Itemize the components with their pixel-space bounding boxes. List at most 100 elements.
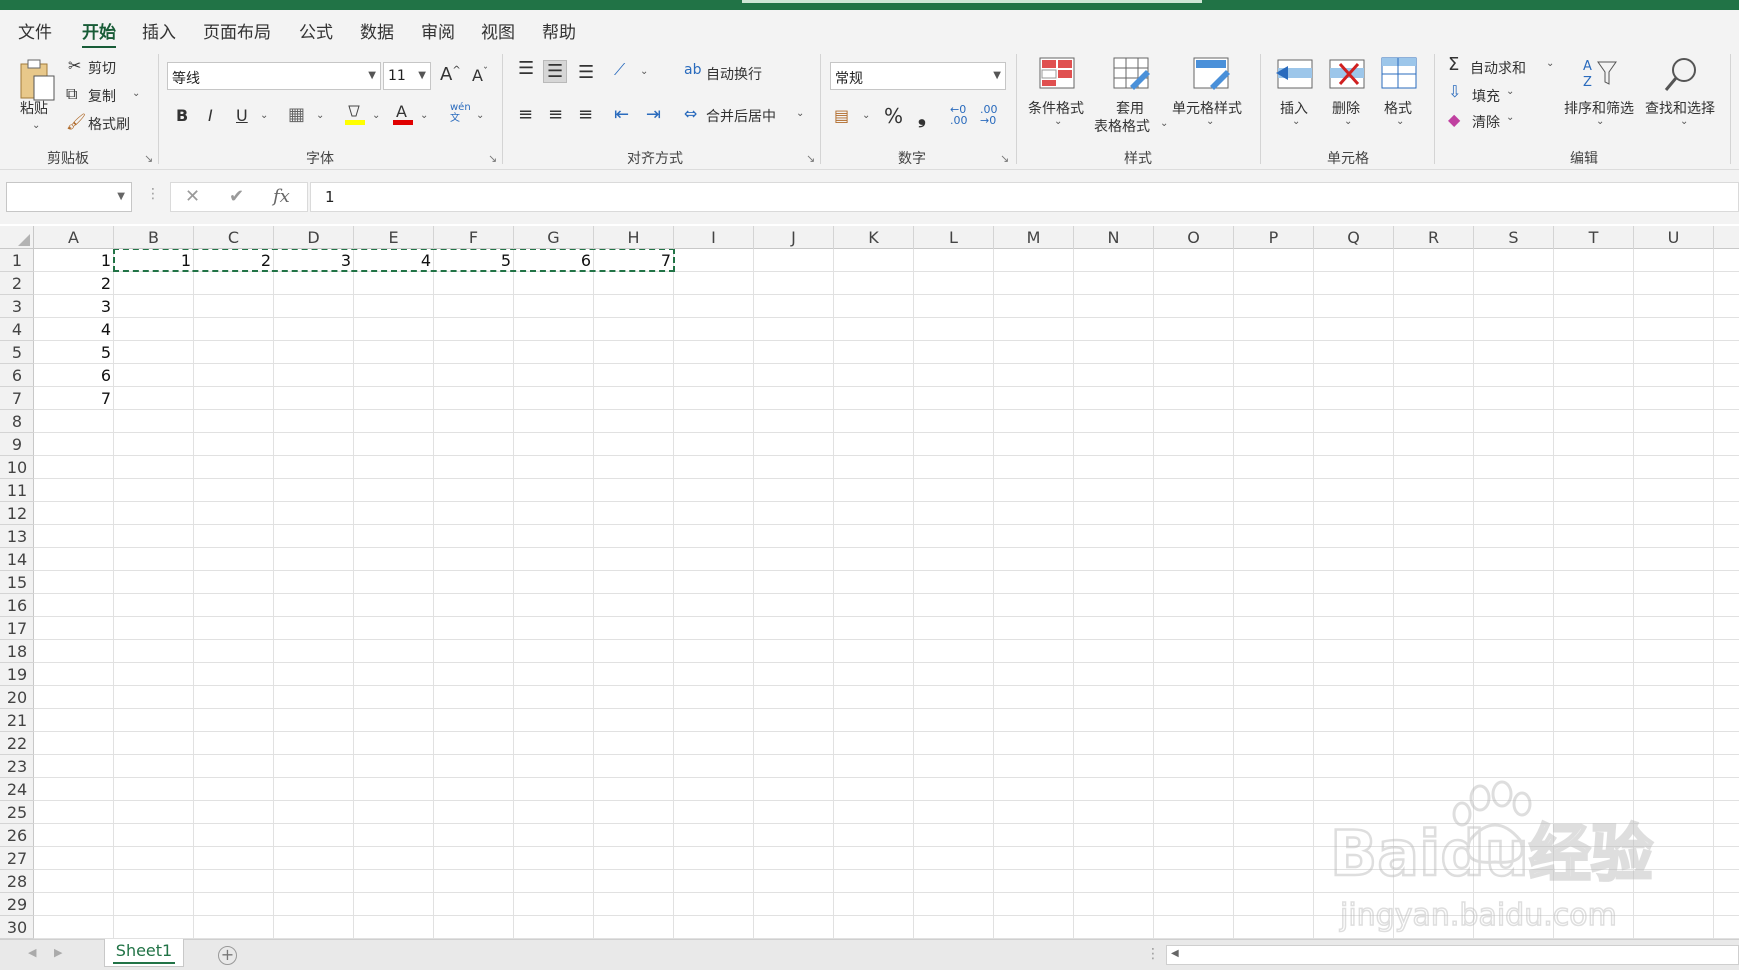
insert-cells-icon[interactable] — [1274, 56, 1316, 92]
align-middle-icon[interactable]: ☰ — [543, 60, 568, 83]
fill-color-dropdown-icon[interactable]: ⌄ — [372, 110, 380, 121]
row-header-20[interactable]: 20 — [0, 686, 34, 709]
find-select-icon[interactable] — [1662, 54, 1702, 94]
accounting-dropdown-icon[interactable]: ⌄ — [862, 110, 870, 121]
splitter-icon[interactable]: ⋮ — [1146, 946, 1160, 962]
insert-dropdown-icon[interactable]: ⌄ — [1292, 116, 1300, 127]
cell-h1[interactable]: 7 — [594, 249, 674, 272]
decrease-font-icon[interactable]: Aˇ — [472, 66, 488, 85]
column-header-o[interactable]: O — [1154, 226, 1234, 249]
row-header-2[interactable]: 2 — [0, 272, 34, 295]
tab-review[interactable]: 审阅 — [421, 18, 455, 43]
align-right-icon[interactable]: ≡ — [578, 104, 593, 125]
paste-button[interactable]: 粘贴 — [20, 98, 48, 118]
wrap-text-icon[interactable]: ab — [684, 62, 701, 78]
alignment-launcher-icon[interactable]: ↘ — [806, 152, 815, 165]
add-sheet-button[interactable]: + — [218, 946, 237, 965]
column-header-i[interactable]: I — [674, 226, 754, 249]
row-header-22[interactable]: 22 — [0, 732, 34, 755]
formula-input[interactable]: 1 — [310, 182, 1739, 212]
cell-c1[interactable]: 2 — [194, 249, 274, 272]
underline-dropdown-icon[interactable]: ⌄ — [260, 110, 268, 121]
font-name-select[interactable]: 等线 ▼ — [167, 62, 381, 90]
wrap-text-button[interactable]: 自动换行 — [706, 64, 762, 84]
font-size-select[interactable]: 11 ▼ — [383, 62, 431, 90]
enter-icon[interactable]: ✔ — [229, 186, 244, 207]
borders-dropdown-icon[interactable]: ⌄ — [316, 110, 324, 121]
row-header-28[interactable]: 28 — [0, 870, 34, 893]
phonetic-icon[interactable]: wén 文 — [450, 102, 471, 124]
cut-button[interactable]: 剪切 — [88, 58, 116, 78]
tab-formulas[interactable]: 公式 — [299, 18, 333, 43]
row-header-26[interactable]: 26 — [0, 824, 34, 847]
row-header-30[interactable]: 30 — [0, 916, 34, 939]
format-as-table-dropdown-icon[interactable]: ⌄ — [1160, 118, 1168, 129]
font-color-icon[interactable]: A — [392, 102, 414, 126]
insert-function-icon[interactable]: fx — [273, 186, 290, 207]
clear-button[interactable]: 清除 — [1472, 112, 1500, 132]
find-select-button[interactable]: 查找和选择 — [1645, 98, 1715, 118]
cell-a4[interactable]: 4 — [34, 318, 114, 341]
row-header-27[interactable]: 27 — [0, 847, 34, 870]
merge-center-button[interactable]: 合并后居中 — [706, 106, 776, 126]
font-color-dropdown-icon[interactable]: ⌄ — [420, 110, 428, 121]
align-center-icon[interactable]: ≡ — [548, 104, 563, 125]
format-dropdown-icon[interactable]: ⌄ — [1396, 116, 1404, 127]
copy-icon[interactable]: ⧉ — [66, 84, 77, 104]
increase-indent-icon[interactable]: ⇥ — [646, 104, 661, 125]
format-painter-button[interactable]: 格式刷 — [88, 114, 130, 134]
find-select-dropdown-icon[interactable]: ⌄ — [1680, 116, 1688, 127]
row-header-13[interactable]: 13 — [0, 525, 34, 548]
delete-cells-icon[interactable] — [1328, 56, 1368, 92]
row-header-18[interactable]: 18 — [0, 640, 34, 663]
tab-page-layout[interactable]: 页面布局 — [203, 18, 271, 43]
sheet-next-icon[interactable]: ▶ — [54, 946, 62, 959]
format-painter-icon[interactable]: 🖌 — [66, 112, 86, 131]
sort-filter-dropdown-icon[interactable]: ⌄ — [1596, 116, 1604, 127]
comma-button[interactable]: ❟ — [918, 104, 926, 128]
increase-decimal-icon[interactable]: ←0.00 — [950, 104, 968, 126]
autosum-icon[interactable]: Σ — [1448, 54, 1459, 75]
row-header-10[interactable]: 10 — [0, 456, 34, 479]
bold-button[interactable]: B — [176, 106, 188, 125]
clipboard-launcher-icon[interactable]: ↘ — [144, 152, 153, 165]
cell-styles-button[interactable]: 单元格样式 — [1172, 98, 1242, 118]
cell-f1[interactable]: 5 — [434, 249, 514, 272]
format-cells-button[interactable]: 格式 — [1384, 98, 1412, 118]
tab-home[interactable]: 开始 — [82, 18, 116, 49]
cell-a5[interactable]: 5 — [34, 341, 114, 364]
conditional-format-button[interactable]: 条件格式 — [1028, 98, 1084, 118]
format-cells-icon[interactable] — [1380, 56, 1420, 92]
sort-filter-icon[interactable]: A Z — [1580, 54, 1620, 94]
increase-font-icon[interactable]: A^ — [440, 64, 461, 85]
paste-dropdown-icon[interactable]: ⌄ — [32, 120, 40, 131]
scroll-left-icon[interactable]: ◀ — [1171, 948, 1179, 959]
borders-icon[interactable]: ▦ — [288, 104, 305, 125]
row-header-21[interactable]: 21 — [0, 709, 34, 732]
cell-d1[interactable]: 3 — [274, 249, 354, 272]
column-header-n[interactable]: N — [1074, 226, 1154, 249]
row-header-12[interactable]: 12 — [0, 502, 34, 525]
number-format-select[interactable]: 常规 ▼ — [830, 62, 1006, 90]
accounting-format-icon[interactable]: ▤ — [834, 106, 849, 125]
name-box[interactable]: ▼ — [6, 182, 132, 212]
orientation-icon[interactable]: ⟋ — [614, 60, 625, 80]
column-header-d[interactable]: D — [274, 226, 354, 249]
cell-b1[interactable]: 1 — [114, 249, 194, 272]
number-launcher-icon[interactable]: ↘ — [1000, 152, 1009, 165]
cell-styles-dropdown-icon[interactable]: ⌄ — [1206, 116, 1214, 127]
select-all-button[interactable] — [0, 226, 34, 249]
row-header-7[interactable]: 7 — [0, 387, 34, 410]
delete-cells-button[interactable]: 删除 — [1332, 98, 1360, 118]
align-bottom-icon[interactable]: ☰ — [578, 62, 594, 83]
column-header-c[interactable]: C — [194, 226, 274, 249]
row-header-16[interactable]: 16 — [0, 594, 34, 617]
conditional-format-icon[interactable] — [1038, 56, 1076, 90]
row-header-29[interactable]: 29 — [0, 893, 34, 916]
format-as-table-line1[interactable]: 套用 — [1116, 98, 1144, 118]
fill-color-icon[interactable] — [344, 102, 366, 126]
format-as-table-icon[interactable] — [1112, 56, 1152, 92]
tab-view[interactable]: 视图 — [481, 18, 515, 43]
cell-a3[interactable]: 3 — [34, 295, 114, 318]
row-header-14[interactable]: 14 — [0, 548, 34, 571]
